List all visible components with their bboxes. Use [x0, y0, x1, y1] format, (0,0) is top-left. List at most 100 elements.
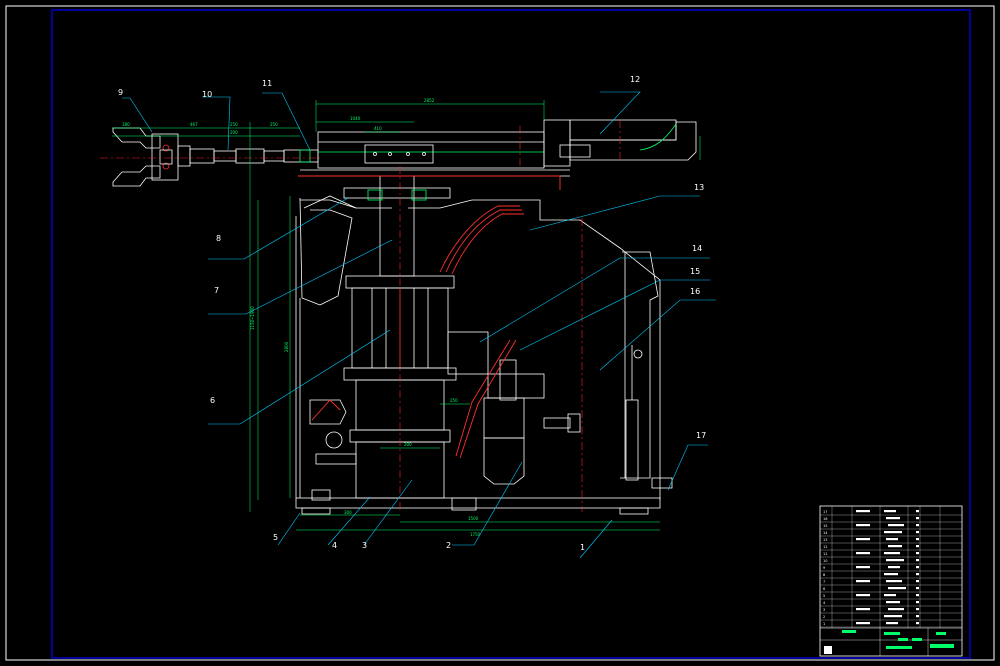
dim-left-d: 250	[270, 122, 278, 127]
bom-code-mark	[856, 580, 870, 583]
bom-cell-mark	[886, 538, 898, 541]
bom-row-number: 9	[823, 566, 825, 570]
dim-left-a: 180	[122, 122, 130, 127]
bom-qty-mark	[916, 587, 919, 590]
callout-12: 12	[630, 75, 640, 84]
bom-qty-mark	[916, 566, 919, 569]
bom-cell-mark	[888, 545, 902, 548]
engineering-drawing: 2852 1040 410 180 467 250 250 200 1150~1…	[5, 5, 995, 661]
dim-vertical-inner: 2800	[284, 341, 289, 352]
bom-row-number: 3	[823, 608, 825, 612]
bom-qty-mark	[916, 524, 919, 527]
bom-cell-mark	[884, 615, 902, 618]
bom-row-number: 16	[823, 517, 827, 521]
callout-1: 1	[580, 543, 585, 552]
machine-assembly	[112, 119, 697, 515]
callout-13: 13	[694, 183, 704, 192]
bom-row-number: 6	[823, 587, 825, 591]
bom-cell-mark	[886, 517, 900, 520]
bom-cell-mark	[886, 601, 900, 604]
bom-row-number: 1	[823, 622, 825, 626]
callout-15: 15	[690, 267, 700, 276]
bom-row-number: 5	[823, 594, 825, 598]
callout-8: 8	[216, 234, 221, 243]
bom-qty-mark	[916, 594, 919, 597]
bom-code-mark	[856, 622, 870, 625]
bom-cell-mark	[884, 510, 896, 513]
dim-bottom-b: 1500	[468, 516, 479, 521]
dim-bottom-a: 300	[344, 510, 352, 515]
bom-row-number: 12	[823, 545, 827, 549]
dim-left-c: 250	[230, 122, 238, 127]
bom-code-mark	[856, 566, 870, 569]
bom-cell-mark	[888, 608, 904, 611]
callout-2: 2	[446, 541, 451, 550]
motor-pump	[309, 331, 581, 501]
bom-qty-mark	[916, 615, 919, 618]
bom-qty-mark	[916, 573, 919, 576]
bom-cell-mark	[884, 573, 898, 576]
dim-left-e: 200	[230, 130, 238, 135]
bom-row-number: 10	[823, 559, 827, 563]
leader-lines	[122, 91, 716, 559]
bom-qty-mark	[916, 559, 919, 562]
horizontal-arm	[300, 119, 697, 177]
bom-row-number: 15	[823, 524, 827, 528]
bom-qty-mark	[916, 608, 919, 611]
bom-cell-mark	[886, 580, 902, 583]
bom-qty-mark	[916, 538, 919, 541]
bom-row-number: 4	[823, 601, 826, 605]
dim-vertical-total: 1150~1900	[250, 306, 255, 330]
callout-4: 4	[332, 541, 337, 550]
dim-top-a: 1040	[350, 116, 361, 121]
right-actuator	[625, 345, 673, 489]
title-block: 17 16 15 14 13 12 11 10 9 8 7 6 5 4 3 2 1	[819, 505, 963, 657]
bom-row-number: 7	[823, 580, 825, 584]
bom-cell-mark	[888, 566, 900, 569]
bom-qty-mark	[916, 622, 919, 625]
bom-row-number: 2	[823, 615, 825, 619]
bom-qty-mark	[916, 552, 919, 555]
bom-row-number: 11	[823, 552, 827, 556]
bom-cell-mark	[888, 587, 906, 590]
gripper-assembly	[112, 127, 319, 187]
vertical-column	[343, 175, 451, 277]
callout-11: 11	[262, 79, 272, 88]
bom-qty-mark	[916, 531, 919, 534]
bom-code-mark	[856, 594, 870, 597]
bom-row-number: 17	[823, 510, 827, 514]
callout-14: 14	[692, 244, 702, 253]
bom-row-number: 8	[823, 573, 825, 577]
bom-code-mark	[856, 510, 870, 513]
bom-cell-mark	[884, 594, 896, 597]
dim-mid-a: 200	[404, 442, 412, 447]
bom-cell-mark	[886, 559, 904, 562]
inner-frame	[51, 9, 971, 659]
callout-5: 5	[273, 533, 278, 542]
dim-left-b: 467	[190, 122, 198, 127]
bom-qty-mark	[916, 580, 919, 583]
bom-cell-mark	[888, 524, 904, 527]
dimension-labels: 2852 1040 410 180 467 250 250 200 1150~1…	[122, 98, 481, 537]
dimension-lines	[112, 100, 701, 531]
callout-7: 7	[214, 286, 219, 295]
bom-code-mark	[856, 538, 870, 541]
bom-cell-mark	[884, 552, 900, 555]
callout-9: 9	[118, 88, 123, 97]
bom-qty-mark	[916, 510, 919, 513]
callout-16: 16	[690, 287, 700, 296]
bom-cell-mark	[884, 531, 902, 534]
bom-cell-mark	[886, 622, 898, 625]
bom-qty-mark	[916, 601, 919, 604]
callout-17: 17	[696, 431, 706, 440]
dim-top-overall: 2852	[424, 98, 435, 103]
callout-10: 10	[202, 90, 212, 99]
bom-qty-mark	[916, 517, 919, 520]
bom-qty-mark	[916, 545, 919, 548]
bom-code-mark	[856, 608, 870, 611]
callout-3: 3	[362, 541, 367, 550]
dim-mid-b: 250	[450, 398, 458, 403]
hydraulic-lines	[298, 175, 561, 459]
dim-top-b: 410	[374, 126, 382, 131]
callout-6: 6	[210, 396, 215, 405]
